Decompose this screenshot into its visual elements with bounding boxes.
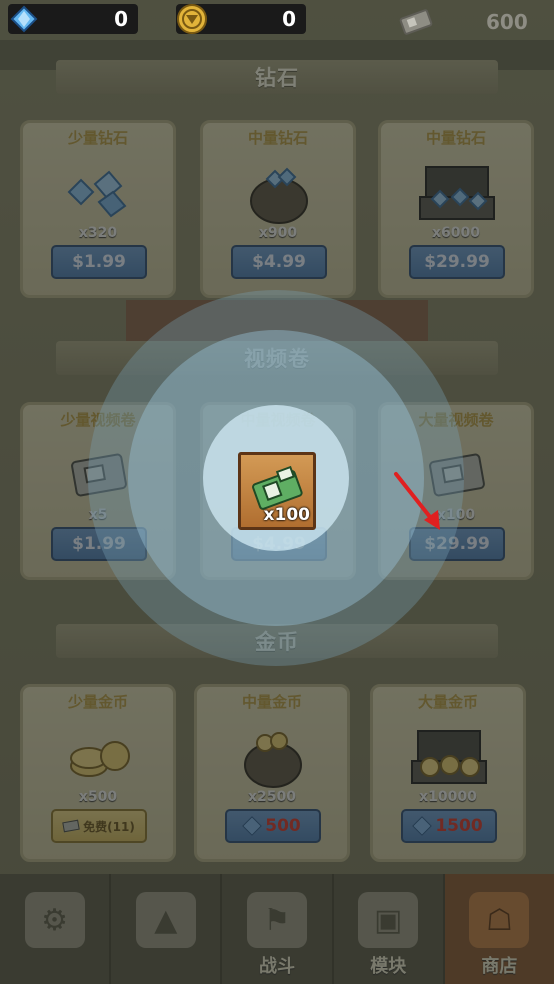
map-icon: ⚑ [247,892,307,948]
ticket-count: 600 [486,10,528,34]
price-button[interactable]: $29.99 [409,245,505,279]
section-diamonds-banner: 钻石 [56,60,498,94]
price-button[interactable]: 1500 [401,809,497,843]
diamond-count: 0 [114,7,128,31]
diamond-chest-icon [409,153,505,231]
card-title: 大量金币 [417,693,478,711]
price-button[interactable]: $4.99 [231,245,327,279]
card-qty: x6000 [432,225,480,241]
card-title: 少量金币 [67,693,128,711]
nav-tab-helmet[interactable]: ▲ [111,874,223,984]
free-label: 免费(11) [83,819,135,834]
module-icon: ▣ [358,892,419,948]
card-qty: x2500 [248,789,296,805]
card-title: 中量钻石 [425,129,486,147]
nav-label: 商店 [481,956,518,977]
product-card-diamond-medium[interactable]: 中量钻石 x900 $4.99 [200,120,356,298]
robot-icon: ⚙ [24,892,85,948]
tutorial-arrow-icon [394,472,440,530]
ticket-icon [399,9,433,35]
diamond-counter: 0 [8,4,138,34]
coin-count: 0 [282,7,296,31]
nav-label: 模块 [370,956,407,977]
card-qty: x10000 [419,789,477,805]
highlight-qty: x100 [263,505,310,525]
nav-tab-battle[interactable]: ⚑ 战斗 [222,874,334,984]
card-title: 中量钻石 [247,129,308,147]
diamond-icon [10,5,38,33]
coin-bag-icon [225,717,321,795]
coin-stack-icon [51,717,147,795]
coin-chest-icon [401,717,497,795]
product-card-diamond-large[interactable]: 中量钻石 x6000 $29.99 [378,120,534,298]
product-card-diamond-small[interactable]: 少量钻石 x320 $1.99 [20,120,176,298]
price-button[interactable]: 500 [225,809,321,843]
diamond-icon [412,816,433,836]
coin-icon [177,4,207,34]
coin-counter: 0 [176,4,306,34]
shop-icon: ☖ [469,892,530,948]
ticket-icon [62,819,80,833]
helmet-icon: ▲ [135,892,196,948]
nav-tab-modules[interactable]: ▣ 模块 [334,874,445,984]
price-button[interactable]: $1.99 [51,245,147,279]
card-qty: x320 [78,225,118,241]
card-title: 少量钻石 [67,129,128,147]
section-title: 钻石 [255,66,299,90]
free-button[interactable]: 免费(11) [51,809,147,843]
cost-value: 1500 [435,816,483,836]
product-card-coin-medium[interactable]: 中量金币 x2500 500 [194,684,350,862]
nav-tab-shop[interactable]: ☖ 商店 [444,874,554,984]
card-qty: x900 [258,225,298,241]
diamond-icon [51,153,147,231]
cost-value: 500 [265,816,301,836]
nav-tab-robot[interactable]: ⚙ [0,874,112,984]
product-card-coin-small[interactable]: 少量金币 x500 免费(11) [20,684,176,862]
card-title: 中量金币 [241,693,302,711]
highlighted-video-ticket-item[interactable]: x100 [238,452,316,530]
diamond-icon [242,816,263,836]
nav-label: 战斗 [259,956,295,977]
card-qty: x500 [78,789,118,805]
product-card-coin-large[interactable]: 大量金币 x10000 1500 [370,684,526,862]
bottom-nav: ⚙ ▲ ⚑ 战斗 ▣ 模块 ☖ 商店 [0,874,554,984]
diamond-bag-icon [231,153,327,231]
